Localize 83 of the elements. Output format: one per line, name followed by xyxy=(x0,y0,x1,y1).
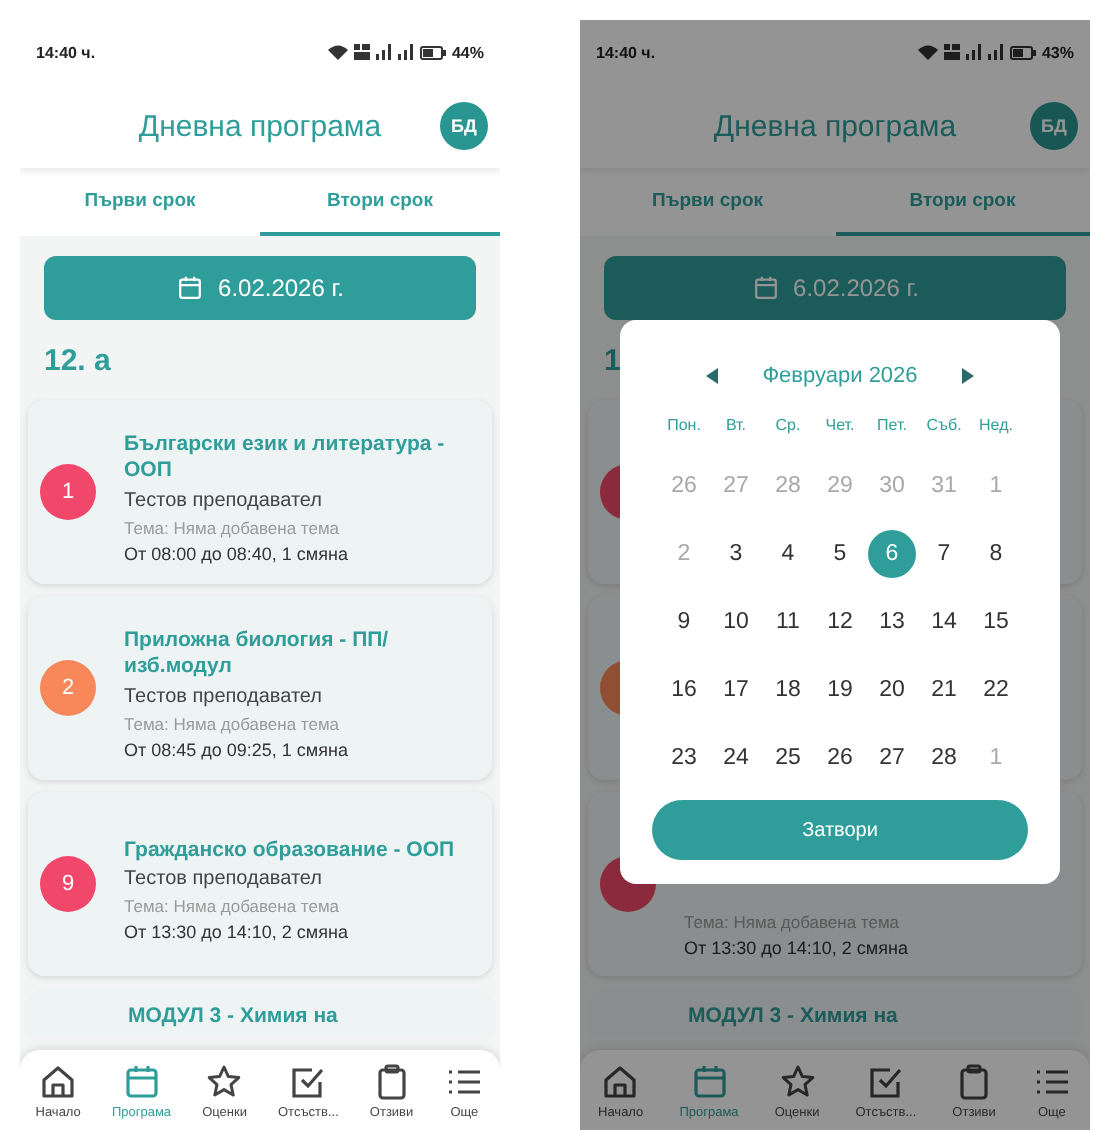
weekday-label: Чет. xyxy=(823,416,857,438)
teacher-name: Тестов преподавател xyxy=(124,489,324,512)
weekday-label: Вт. xyxy=(723,416,749,438)
calendar-day[interactable]: 22 xyxy=(972,666,1020,714)
battery-percentage: 43% xyxy=(1041,43,1074,61)
screen-title: Дневна програма xyxy=(138,109,382,143)
calendar-day[interactable]: 26 xyxy=(816,734,864,782)
calendar-day[interactable]: 18 xyxy=(764,666,812,714)
calendar-day[interactable]: 16 xyxy=(660,666,708,714)
signal-icon xyxy=(375,44,392,60)
subject-name: Български език и литература - ООП xyxy=(124,432,447,484)
calendar-day[interactable]: 7 xyxy=(920,530,968,578)
calendar-day[interactable]: 8 xyxy=(972,530,1020,578)
lesson-card[interactable]: 1 Български език и литература - ООП Тестов преподавател Тема: Няма добавена тема От 08:00 до 08:40, 1 смяна xyxy=(28,400,492,584)
subject-name: МОДУЛ 3 - Химия на xyxy=(688,1004,898,1030)
lesson-topic: Тема: Няма добавена тема xyxy=(124,896,342,917)
calendar-day[interactable]: 9 xyxy=(660,598,708,646)
signal-icon xyxy=(987,44,1004,60)
calendar-day[interactable]: 19 xyxy=(816,666,864,714)
weekday-label: Пон. xyxy=(665,416,703,438)
month-label: Февруари 2026 xyxy=(762,364,918,388)
calendar-day[interactable]: 27 xyxy=(868,734,916,782)
calendar-day[interactable]: 12 xyxy=(816,598,864,646)
calendar-day[interactable]: 5 xyxy=(816,530,864,578)
battery-percentage: 44% xyxy=(451,43,484,61)
lesson-card[interactable]: 9 Гражданско образование - ООП Тестов преподавател Тема: Няма добавена тема От 13:30 до 14:10, 2 смяна xyxy=(28,792,492,976)
wifi-icon xyxy=(917,44,938,60)
lesson-topic: Тема: Няма добавена тема xyxy=(124,713,342,734)
signal-icon xyxy=(397,44,414,60)
network-type-icon xyxy=(943,44,960,60)
previous-month-icon[interactable] xyxy=(706,368,719,384)
subject-name: Приложна биология - ПП/ изб.модул xyxy=(124,628,391,680)
calendar-day[interactable]: 17 xyxy=(712,666,760,714)
battery-icon xyxy=(1009,45,1036,59)
teacher-name: Тестов преподавател xyxy=(124,685,324,708)
lesson-card[interactable]: 2 Приложна биология - ПП/ изб.модул Тестов преподавател Тема: Няма добавена тема От 08:45 до 09:25, 1 смяна xyxy=(28,596,492,780)
next-month-icon[interactable] xyxy=(961,368,974,384)
class-heading: 1 xyxy=(604,344,621,380)
wifi-icon xyxy=(327,44,348,60)
weekday-label: Нед. xyxy=(977,416,1015,438)
status-time: 14:40 ч. xyxy=(596,43,656,61)
calendar-icon xyxy=(689,1061,729,1101)
calendar-day[interactable]: 15 xyxy=(972,598,1020,646)
weekday-label: Съб. xyxy=(924,416,964,438)
class-heading: 12. а xyxy=(44,344,111,380)
network-type-icon xyxy=(353,44,370,60)
calendar-day[interactable]: 25 xyxy=(764,734,812,782)
calendar-icon xyxy=(751,274,780,302)
calendar-day[interactable]: 13 xyxy=(868,598,916,646)
weekday-label: Ср. xyxy=(773,416,803,438)
lesson-topic: Тема: Няма добавена тема xyxy=(124,517,342,538)
calendar-day[interactable]: 21 xyxy=(920,666,968,714)
calendar-day[interactable]: 3 xyxy=(712,530,760,578)
calendar-day[interactable]: 24 xyxy=(712,734,760,782)
lesson-number: 2 xyxy=(40,660,96,716)
calendar-day[interactable]: 23 xyxy=(660,734,708,782)
lesson-time: От 13:30 до 14:10, 2 смяна xyxy=(684,938,908,958)
calendar-day[interactable]: 14 xyxy=(920,598,968,646)
lesson-number: 1 xyxy=(40,464,96,520)
lesson-time: От 13:30 до 14:10, 2 смяна xyxy=(124,922,350,943)
lesson-time: От 08:45 до 09:25, 1 смяна xyxy=(124,739,350,760)
calendar-day[interactable]: 10 xyxy=(712,598,760,646)
lesson-number: 9 xyxy=(40,856,96,912)
calendar-day[interactable]: 28 xyxy=(920,734,968,782)
teacher-name: Тестов преподавател xyxy=(124,868,324,891)
star-icon xyxy=(777,1061,818,1101)
lesson-time: От 08:00 до 08:40, 1 смяна xyxy=(124,543,350,564)
calendar-day[interactable]: 11 xyxy=(764,598,812,646)
calendar-icon xyxy=(121,1061,162,1101)
user-avatar[interactable]: БД xyxy=(440,102,488,150)
home-icon xyxy=(38,1061,79,1101)
battery-icon xyxy=(419,45,446,59)
screen-title: Дневна програма xyxy=(713,109,957,143)
signal-icon xyxy=(965,44,982,60)
weekday-label: Пет. xyxy=(875,416,909,438)
subject-name: Гражданско образование - ООП xyxy=(124,837,455,863)
home-icon xyxy=(600,1061,641,1101)
status-time: 14:40 ч. xyxy=(36,43,96,61)
calendar-day[interactable]: 20 xyxy=(868,666,916,714)
calendar-day[interactable]: 4 xyxy=(764,530,812,578)
star-icon xyxy=(204,1061,245,1101)
calendar-icon xyxy=(176,274,205,302)
subject-name: МОДУЛ 3 - Химия на xyxy=(128,1004,338,1030)
